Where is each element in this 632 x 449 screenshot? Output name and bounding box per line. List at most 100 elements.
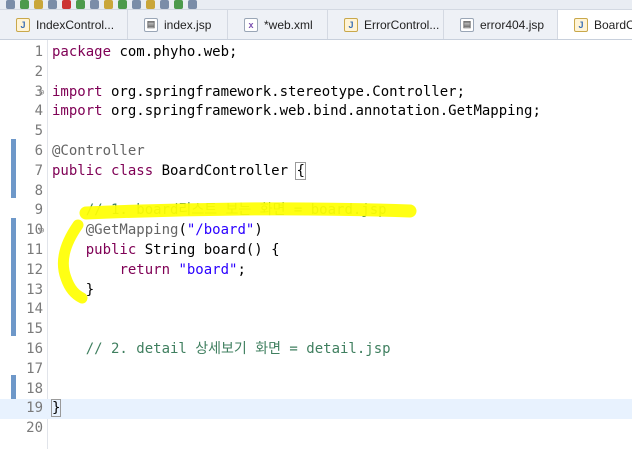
code-token: package [52, 44, 112, 60]
toolbar-icon[interactable] [76, 0, 85, 9]
code-line[interactable]: 16 // 2. detail 상세보기 화면 = detail.jsp [0, 340, 632, 360]
code-line[interactable]: 1 package com.phyho.web; [0, 43, 632, 63]
xml-file-icon: x [244, 17, 258, 32]
tab-errorcontroller[interactable]: J ErrorControl... [328, 10, 444, 39]
code-line[interactable]: 7 public class BoardController { [0, 161, 632, 182]
line-number: 15 [26, 321, 43, 338]
code-line[interactable]: 9 // 1. board리스트 보는 화면 = board.jsp [0, 201, 632, 221]
code-line[interactable]: 8 [0, 182, 632, 202]
code-text: @Controller [52, 142, 145, 162]
toolbar-icon[interactable] [62, 0, 71, 9]
line-number: 17 [26, 360, 43, 377]
toolbar-icon[interactable] [104, 0, 113, 9]
toolbar-icon[interactable] [6, 0, 15, 9]
toolbar-icon[interactable] [34, 0, 43, 9]
line-number: 13 [26, 281, 43, 298]
code-text: // 1. board리스트 보는 화면 = board.jsp [52, 201, 387, 221]
line-number: 12 [26, 261, 43, 278]
code-token: "/board" [186, 222, 255, 239]
code-line[interactable]: 5 [0, 122, 632, 142]
tab-error404-jsp[interactable]: ▤ error404.jsp [444, 10, 558, 39]
code-token: ( [178, 222, 187, 239]
toolbar-icon[interactable] [160, 0, 169, 9]
code-token: } [52, 281, 95, 298]
toolbar-icon[interactable] [132, 0, 141, 9]
editor-tab-bar: J IndexControl... ▤ index.jsp x *web.xml… [0, 10, 632, 40]
tab-label: index.jsp [164, 17, 212, 32]
code-text: return "board"; [52, 261, 245, 281]
code-line[interactable]: 10 ⊖ @GetMapping("/board") [0, 221, 632, 241]
code-line[interactable]: 19} [0, 399, 632, 420]
code-token: @GetMapping [85, 222, 179, 239]
code-line[interactable]: 11 public String board() { [0, 241, 632, 261]
code-token: public [85, 242, 137, 258]
code-line[interactable]: 18 [0, 380, 632, 400]
code-token: public [52, 162, 103, 179]
line-number: 20 [26, 420, 43, 437]
code-line[interactable]: 17 [0, 360, 632, 380]
jsp-file-icon: ▤ [144, 17, 158, 32]
line-number: 14 [26, 301, 43, 318]
java-file-icon: J [16, 17, 30, 32]
tab-boardcontroller[interactable]: J BoardCo [558, 10, 632, 39]
code-token: BoardController [153, 162, 297, 179]
code-line[interactable]: 6 @Controller [0, 142, 632, 162]
code-line[interactable]: 14 [0, 300, 632, 320]
code-text: package com.phyho.web; [52, 43, 237, 63]
code-token: // 1. board리스트 보는 화면 = board.jsp [85, 202, 387, 219]
java-file-icon: J [344, 17, 358, 32]
tab-index-jsp[interactable]: ▤ index.jsp [128, 10, 228, 39]
line-number: 11 [26, 242, 43, 258]
line-number: 7 [34, 162, 43, 179]
tab-indexcontroller[interactable]: J IndexControl... [0, 10, 128, 39]
tab-label: ErrorControl... [364, 17, 440, 32]
line-number: 4 [34, 103, 43, 120]
code-token: import [52, 103, 103, 120]
line-number: 5 [34, 123, 43, 140]
code-text: public String board() { [52, 241, 280, 261]
fold-toggle-icon[interactable]: ⊖ [39, 88, 44, 98]
code-line[interactable]: 3 ⊖ import org.springframework.stereotype.… [0, 83, 632, 103]
code-token: class [111, 162, 154, 179]
code-line[interactable]: 12 return "board"; [0, 261, 632, 281]
tab-web-xml[interactable]: x *web.xml [228, 10, 328, 39]
code-text: import org.springframework.web.bind.anno… [52, 102, 541, 122]
code-line[interactable]: 2 [0, 63, 632, 83]
code-token: } [50, 399, 62, 418]
code-token: import [52, 83, 103, 100]
code-editor[interactable]: 1 package com.phyho.web; 2 3 ⊖ import org.spr… [0, 40, 632, 449]
code-text: // 2. detail 상세보기 화면 = detail.jsp [52, 340, 391, 360]
code-text: public class BoardController { [52, 161, 306, 182]
jsp-file-icon: ▤ [460, 17, 474, 32]
toolbar-icon[interactable] [48, 0, 57, 9]
toolbar-icon[interactable] [118, 0, 127, 9]
toolbar-icon[interactable] [174, 0, 183, 9]
code-token: { [295, 161, 306, 180]
code-line[interactable]: 4 import org.springframework.web.bind.ann… [0, 102, 632, 122]
code-text: import org.springframework.stereotype.Co… [52, 83, 465, 103]
tab-label: error404.jsp [480, 17, 545, 32]
code-line[interactable]: 20 [0, 419, 632, 439]
line-number: 19 [26, 400, 43, 417]
line-number: 1 [34, 44, 43, 60]
code-token: org.springframework.web.bind.annotation.… [102, 103, 541, 120]
toolbar-icon[interactable] [188, 0, 197, 9]
code-token: org.springframework.stereotype.Controlle… [102, 83, 466, 100]
toolbar-icon[interactable] [20, 0, 29, 9]
line-number: 2 [34, 63, 43, 80]
tab-label: BoardCo [594, 17, 632, 32]
code-text: } [50, 399, 62, 419]
toolbar-icon[interactable] [146, 0, 155, 9]
line-number: 18 [26, 380, 43, 397]
toolbar-icon[interactable] [90, 0, 99, 9]
code-line[interactable]: 13 } [0, 281, 632, 301]
fold-toggle-icon[interactable]: ⊖ [39, 226, 44, 236]
code-line[interactable]: 15 [0, 320, 632, 340]
code-token: "board" [178, 261, 238, 278]
